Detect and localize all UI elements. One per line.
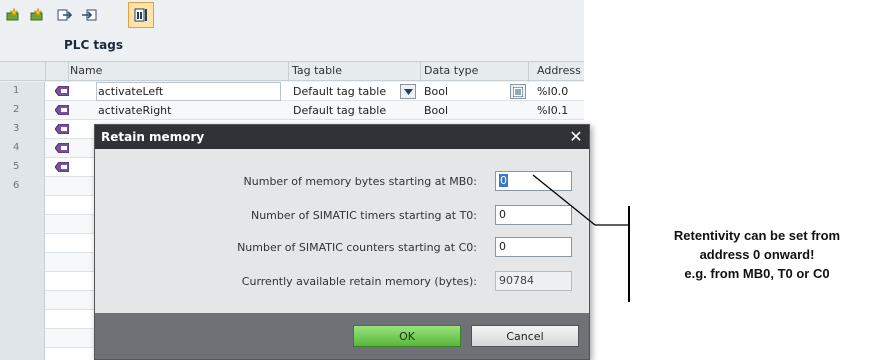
- dialog-title: Retain memory: [101, 130, 205, 144]
- tag-table-dropdown[interactable]: [400, 84, 416, 99]
- import-icon[interactable]: [80, 6, 98, 24]
- retain-memory-dialog: Retain memory ✕ Number of memory bytes s…: [94, 124, 590, 360]
- column-header-address[interactable]: Address: [537, 64, 581, 77]
- annotation-callout: Retentivity can be set from address 0 on…: [628, 206, 884, 302]
- row-number: 2: [0, 101, 45, 120]
- editor-toolbar: [0, 0, 584, 30]
- close-icon[interactable]: ✕: [567, 127, 585, 146]
- timers-input[interactable]: 0: [495, 205, 572, 225]
- table-row[interactable]: 1 activateLeft Default tag table Bool %I…: [0, 82, 584, 101]
- chevron-down-icon: [403, 88, 413, 95]
- available-retain-label: Currently available retain memory (bytes…: [241, 275, 477, 288]
- data-type-value[interactable]: Bool: [424, 104, 448, 117]
- list-icon: [513, 86, 523, 97]
- dialog-titlebar[interactable]: Retain memory ✕: [95, 125, 589, 149]
- memory-bytes-input[interactable]: 0: [495, 171, 572, 191]
- add-tag-icon[interactable]: [4, 6, 22, 24]
- tag-icon: [55, 124, 69, 134]
- column-header-name[interactable]: Name: [70, 64, 102, 77]
- row-number: 5: [0, 158, 45, 177]
- callout-line: e.g. from MB0, T0 or C0: [684, 265, 830, 281]
- retain-memory-icon[interactable]: [128, 2, 154, 28]
- tag-icon: [55, 105, 69, 115]
- row-number: 6: [0, 177, 45, 196]
- counters-input[interactable]: 0: [495, 237, 572, 257]
- tag-table-value[interactable]: Default tag table: [293, 85, 386, 98]
- tag-table-value[interactable]: Default tag table: [293, 104, 386, 117]
- export-icon[interactable]: [56, 6, 74, 24]
- row-number: 3: [0, 120, 45, 139]
- table-header: Name Tag table Data type Address: [0, 61, 584, 82]
- dialog-footer: OK Cancel: [95, 313, 589, 359]
- memory-bytes-label: Number of memory bytes starting at MB0:: [243, 175, 477, 188]
- insert-row-icon[interactable]: [28, 6, 46, 24]
- row-number: 4: [0, 139, 45, 158]
- tag-icon: [55, 86, 69, 96]
- data-type-value[interactable]: Bool: [424, 85, 448, 98]
- table-row[interactable]: 2 activateRight Default tag table Bool %…: [0, 101, 584, 120]
- cancel-button[interactable]: Cancel: [471, 325, 579, 347]
- callout-line: address 0 onward!: [699, 246, 815, 262]
- column-header-data-type[interactable]: Data type: [424, 64, 478, 77]
- ok-button[interactable]: OK: [353, 325, 461, 347]
- address-value[interactable]: %I0.0: [537, 85, 568, 98]
- address-value[interactable]: %I0.1: [537, 104, 568, 117]
- callout-line: Retentivity can be set from: [673, 227, 841, 243]
- column-header-tag-table[interactable]: Tag table: [292, 64, 342, 77]
- available-retain-value: 90784: [495, 271, 572, 291]
- tag-name[interactable]: activateRight: [98, 104, 171, 117]
- editor-title: PLC tags: [64, 38, 123, 52]
- tag-icon: [55, 143, 69, 153]
- timers-label: Number of SIMATIC timers starting at T0:: [250, 209, 477, 222]
- tag-name[interactable]: activateLeft: [98, 85, 163, 98]
- counters-label: Number of SIMATIC counters starting at C…: [237, 241, 477, 254]
- row-number: 1: [0, 82, 45, 101]
- data-type-picker[interactable]: [510, 84, 526, 99]
- tag-icon: [55, 162, 69, 172]
